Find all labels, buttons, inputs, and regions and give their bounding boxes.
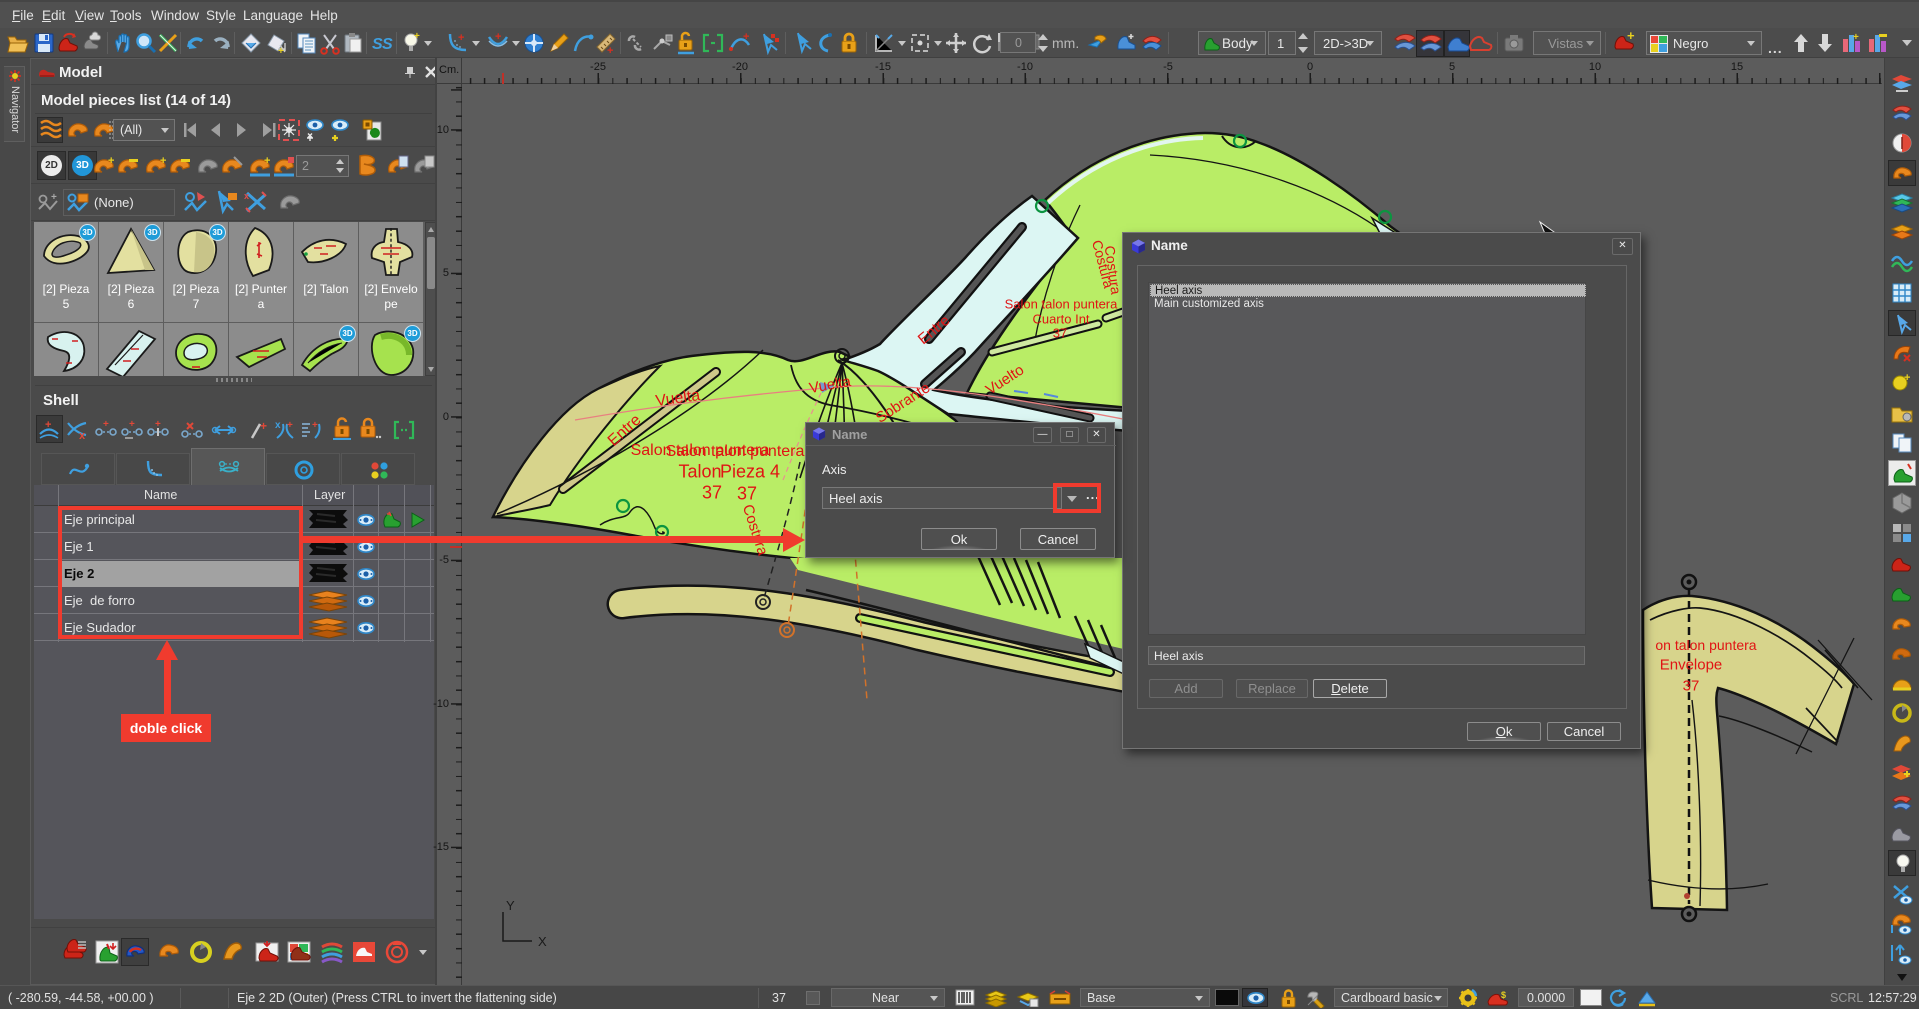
svg-text:x: x [244,191,249,201]
svg-text:+: + [458,32,464,44]
svg-text:+: + [743,31,749,43]
svg-text:+: + [264,155,270,167]
svg-text:+: + [312,420,318,431]
svg-text:X: X [538,934,547,949]
svg-text:+: + [129,419,135,430]
svg-text:+: + [45,419,51,431]
svg-text:+: + [414,31,420,42]
svg-text:S: S [382,36,393,53]
svg-text:+: + [1627,30,1635,43]
svg-text:+: + [260,419,267,433]
svg-text:+: + [607,45,613,55]
svg-text:+: + [1904,372,1910,384]
svg-text:+: + [108,155,114,167]
svg-text:Y: Y [506,898,515,913]
svg-text:+: + [495,31,501,43]
svg-text:+: + [278,46,284,55]
svg-text:+: + [1853,32,1859,43]
svg-text:+: + [287,420,293,431]
svg-text:+: + [160,155,166,167]
svg-text:$: $ [1501,990,1506,1000]
svg-text:x: x [79,430,86,441]
svg-text:x: x [275,420,281,431]
svg-text:+: + [103,419,109,430]
svg-text:+: + [51,192,57,203]
